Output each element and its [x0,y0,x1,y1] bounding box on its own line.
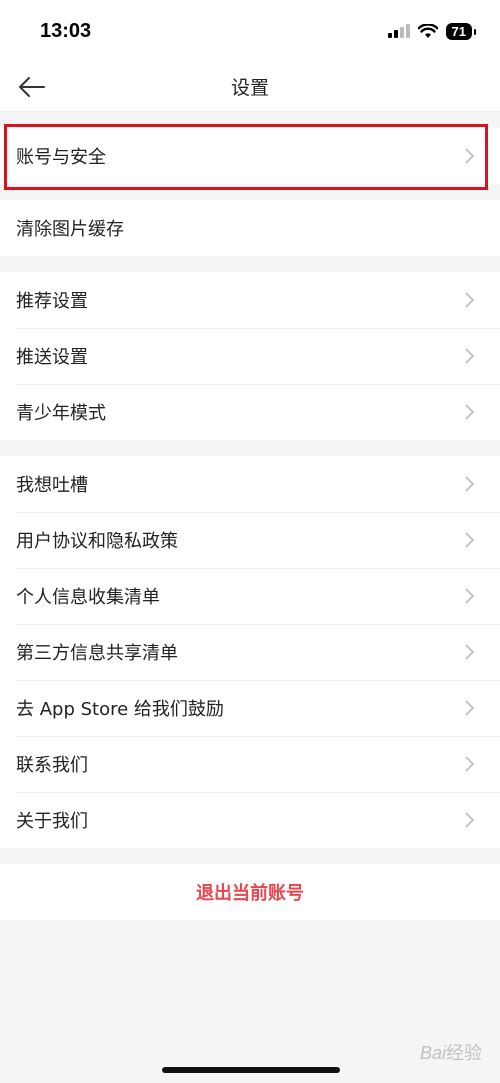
settings-group-cache: 清除图片缓存 [0,200,500,256]
back-arrow-icon[interactable] [16,71,48,103]
settings-item-about-us[interactable]: 关于我们 [0,792,500,848]
settings-item-rate-app-store[interactable]: 去 App Store 给我们鼓励 [0,680,500,736]
settings-group-about: 我想吐槽 用户协议和隐私政策 个人信息收集清单 第三方信息共享清单 去 App … [0,456,500,848]
chevron-right-icon [465,812,475,828]
settings-item-label: 我想吐槽 [16,475,88,496]
settings-item-label: 去 App Store 给我们鼓励 [16,699,224,720]
status-bar: 13:03 71 [0,0,500,62]
nav-bar: 设置 [0,62,500,112]
settings-item-label: 个人信息收集清单 [16,587,160,608]
settings-item-label: 推送设置 [16,347,88,368]
chevron-right-icon [465,644,475,660]
settings-item-push[interactable]: 推送设置 [0,328,500,384]
settings-item-label: 关于我们 [16,811,88,832]
settings-item-label: 联系我们 [16,755,88,776]
settings-item-feedback[interactable]: 我想吐槽 [0,456,500,512]
settings-item-personal-info-list[interactable]: 个人信息收集清单 [0,568,500,624]
settings-group-account: 账号与安全 [0,128,500,184]
chevron-right-icon [465,476,475,492]
settings-item-label: 推荐设置 [16,291,88,312]
settings-item-teen-mode[interactable]: 青少年模式 [0,384,500,440]
chevron-right-icon [465,756,475,772]
chevron-right-icon [465,532,475,548]
settings-item-label: 账号与安全 [16,147,106,168]
settings-item-privacy-policy[interactable]: 用户协议和隐私政策 [0,512,500,568]
settings-item-account-security[interactable]: 账号与安全 [0,128,500,184]
settings-item-label: 清除图片缓存 [16,219,124,240]
chevron-right-icon [465,404,475,420]
logout-label: 退出当前账号 [196,883,304,904]
wifi-icon [417,23,438,38]
battery-indicator: 71 [445,22,477,40]
status-icons: 71 [387,22,477,40]
settings-item-recommendation[interactable]: 推荐设置 [0,272,500,328]
settings-item-label: 用户协议和隐私政策 [16,531,178,552]
chevron-right-icon [465,292,475,308]
settings-item-clear-cache[interactable]: 清除图片缓存 [0,200,500,256]
logout-button[interactable]: 退出当前账号 [0,864,500,920]
settings-item-third-party-list[interactable]: 第三方信息共享清单 [0,624,500,680]
settings-item-contact-us[interactable]: 联系我们 [0,736,500,792]
status-time: 13:03 [40,19,92,42]
chevron-right-icon [465,700,475,716]
settings-item-label: 青少年模式 [16,403,106,424]
page-title: 设置 [230,77,269,99]
settings-item-label: 第三方信息共享清单 [16,643,178,664]
chevron-right-icon [465,588,475,604]
home-indicator[interactable] [162,1067,340,1073]
chevron-right-icon [465,148,475,164]
settings-group-preferences: 推荐设置 推送设置 青少年模式 [0,272,500,440]
chevron-right-icon [465,348,475,364]
cellular-signal-icon [387,24,410,38]
watermark-logo: Bai经验 [419,1043,482,1063]
